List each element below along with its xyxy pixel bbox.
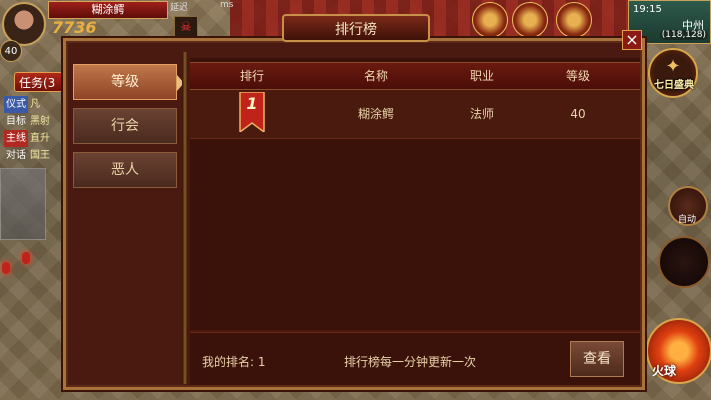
- dialog-footer: 我的排名: 1 排行榜每一分钟更新一次 查看: [190, 332, 640, 385]
- column-header-rank: 排行: [239, 69, 264, 83]
- quest-list: 仪式凡 目标 黑射 主线 直升 对话 国王: [4, 96, 64, 164]
- player-name-cell: 糊涂鳄: [357, 107, 394, 121]
- quest-key: 目标: [6, 116, 26, 127]
- gift-icon[interactable]: [512, 2, 548, 38]
- ranking-tabs: 等级 行会 恶人: [72, 56, 184, 384]
- skill-slot-button[interactable]: [658, 236, 710, 288]
- quest-value: 凡: [30, 99, 40, 110]
- tab-level[interactable]: 等级: [73, 64, 184, 100]
- fireball-skill-label: 火球: [652, 364, 677, 378]
- column-header-name: 名称: [363, 69, 388, 83]
- tab-guild[interactable]: 行会: [73, 108, 177, 144]
- ranking-table: 排行 名称 职业 等级 1 糊涂鳄 法师 40: [190, 58, 640, 330]
- latency-label: 延迟: [170, 3, 189, 13]
- seven-day-festival-label: 七日盛典: [654, 80, 694, 91]
- view-button[interactable]: 查看: [570, 341, 624, 377]
- tab-label: 行会: [111, 118, 139, 134]
- quest-row[interactable]: 主线 直升: [4, 130, 64, 147]
- column-divider: [182, 52, 188, 384]
- quest-key: 主线: [4, 130, 28, 147]
- recharge-icon[interactable]: [472, 2, 508, 38]
- quest-row[interactable]: 仪式凡: [4, 96, 64, 113]
- scene-thumbnail: [0, 168, 46, 240]
- quest-row[interactable]: 目标 黑射: [4, 113, 64, 130]
- tab-label: 恶人: [111, 162, 139, 178]
- player-power-value: 7736: [52, 18, 97, 37]
- lantern-icon: [22, 252, 30, 264]
- rank-number: 1: [246, 94, 258, 113]
- level-cell: 40: [570, 107, 586, 121]
- table-header: 排行 名称 职业 等级: [190, 62, 640, 90]
- tab-villain[interactable]: 恶人: [73, 152, 177, 188]
- clock-time: 19:15: [633, 4, 662, 15]
- lantern-icon: [2, 262, 10, 274]
- map-coordinates: (118,128): [659, 30, 708, 40]
- ping-unit: ms: [220, 0, 234, 10]
- auto-battle-label: 自动: [677, 215, 696, 225]
- close-button[interactable]: ×: [622, 30, 642, 50]
- player-level-badge: 40: [0, 40, 22, 62]
- tab-label: 等级: [111, 74, 139, 90]
- event-icon[interactable]: [556, 2, 592, 38]
- update-note: 排行榜每一分钟更新一次: [344, 355, 477, 369]
- pk-skull-icon[interactable]: ☠: [174, 16, 198, 40]
- quest-key: 对话: [6, 150, 26, 161]
- quest-value: 国王: [30, 150, 50, 161]
- my-rank-text: 我的排名: 1: [202, 355, 266, 369]
- quest-row[interactable]: 对话 国王: [4, 147, 64, 164]
- festival-emblem-icon: ✦: [665, 56, 681, 77]
- dialog-title: 排行榜: [282, 14, 430, 42]
- column-header-level: 等级: [565, 69, 590, 83]
- quest-value: 直升: [30, 133, 50, 144]
- quest-tab[interactable]: 任务(3: [14, 72, 70, 92]
- quest-value: 黑射: [30, 116, 50, 127]
- player-name: 糊涂鳄: [48, 1, 168, 19]
- class-cell: 法师: [469, 107, 494, 121]
- column-header-class: 职业: [469, 69, 494, 83]
- table-row[interactable]: 1 糊涂鳄 法师 40: [190, 90, 640, 139]
- quest-key: 仪式: [4, 96, 28, 113]
- network-status: 延迟 ms: [170, 0, 240, 14]
